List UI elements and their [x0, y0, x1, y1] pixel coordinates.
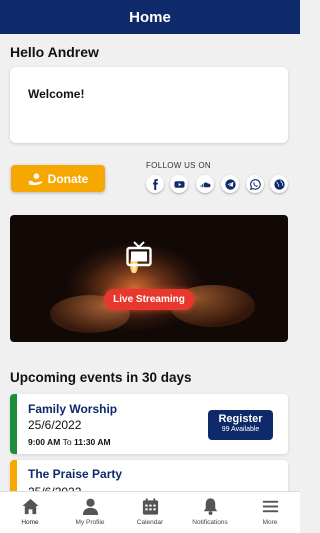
- nav-home-label: Home: [21, 519, 39, 526]
- event-time-start: 9:00 AM: [28, 437, 61, 447]
- event-time: 9:00 AM To 11:30 AM: [28, 437, 111, 447]
- nav-more-label: More: [262, 519, 278, 526]
- facebook-icon[interactable]: [146, 175, 164, 193]
- greeting: Hello Andrew: [10, 44, 99, 60]
- event-time-separator: To: [62, 437, 72, 447]
- nav-notifications-label: Notifications: [192, 519, 228, 526]
- welcome-text: Welcome!: [28, 87, 85, 101]
- youtube-icon[interactable]: [170, 175, 188, 193]
- nav-home[interactable]: Home: [0, 492, 60, 533]
- page-title: Home: [129, 8, 171, 26]
- live-streaming-button[interactable]: Live Streaming: [104, 289, 194, 310]
- event-card[interactable]: Family Worship 25/6/2022 9:00 AM To 11:3…: [10, 394, 288, 454]
- register-label: Register: [218, 413, 263, 425]
- bottom-navigation: Home My Profile Calendar Notifications M…: [0, 491, 300, 533]
- nav-notifications[interactable]: Notifications: [180, 492, 240, 533]
- follow-us-label: FOLLOW US ON: [146, 161, 211, 170]
- event-accent-bar: [10, 394, 17, 454]
- event-name: Family Worship: [28, 402, 118, 416]
- calendar-icon: [142, 498, 158, 515]
- bell-icon: [203, 498, 217, 516]
- nav-more[interactable]: More: [240, 492, 300, 533]
- live-stream-card[interactable]: [10, 215, 288, 342]
- globe-icon[interactable]: [270, 175, 288, 193]
- tv-icon: [126, 241, 152, 267]
- welcome-card: Welcome!: [10, 67, 288, 143]
- nav-my-profile-label: My Profile: [75, 519, 105, 526]
- whatsapp-icon[interactable]: [246, 175, 264, 193]
- event-date: 25/6/2022: [28, 418, 82, 432]
- profile-icon: [82, 498, 98, 516]
- event-name: The Praise Party: [28, 467, 123, 481]
- nav-my-profile[interactable]: My Profile: [60, 492, 120, 533]
- telegram-icon[interactable]: [221, 175, 239, 193]
- event-time-end: 11:30 AM: [74, 437, 111, 447]
- soundcloud-icon[interactable]: [196, 175, 214, 193]
- register-button[interactable]: Register 99 Available: [208, 410, 273, 440]
- nav-calendar[interactable]: Calendar: [120, 492, 180, 533]
- home-icon: [21, 498, 39, 515]
- donate-hand-icon: [28, 172, 42, 185]
- menu-icon: [262, 500, 278, 513]
- nav-calendar-label: Calendar: [136, 519, 164, 526]
- app-header: Home: [0, 0, 300, 34]
- donate-label: Donate: [47, 171, 89, 186]
- donate-button[interactable]: Donate: [11, 165, 105, 192]
- events-section-title: Upcoming events in 30 days: [10, 370, 192, 385]
- availability-count: 99 Available: [221, 426, 260, 433]
